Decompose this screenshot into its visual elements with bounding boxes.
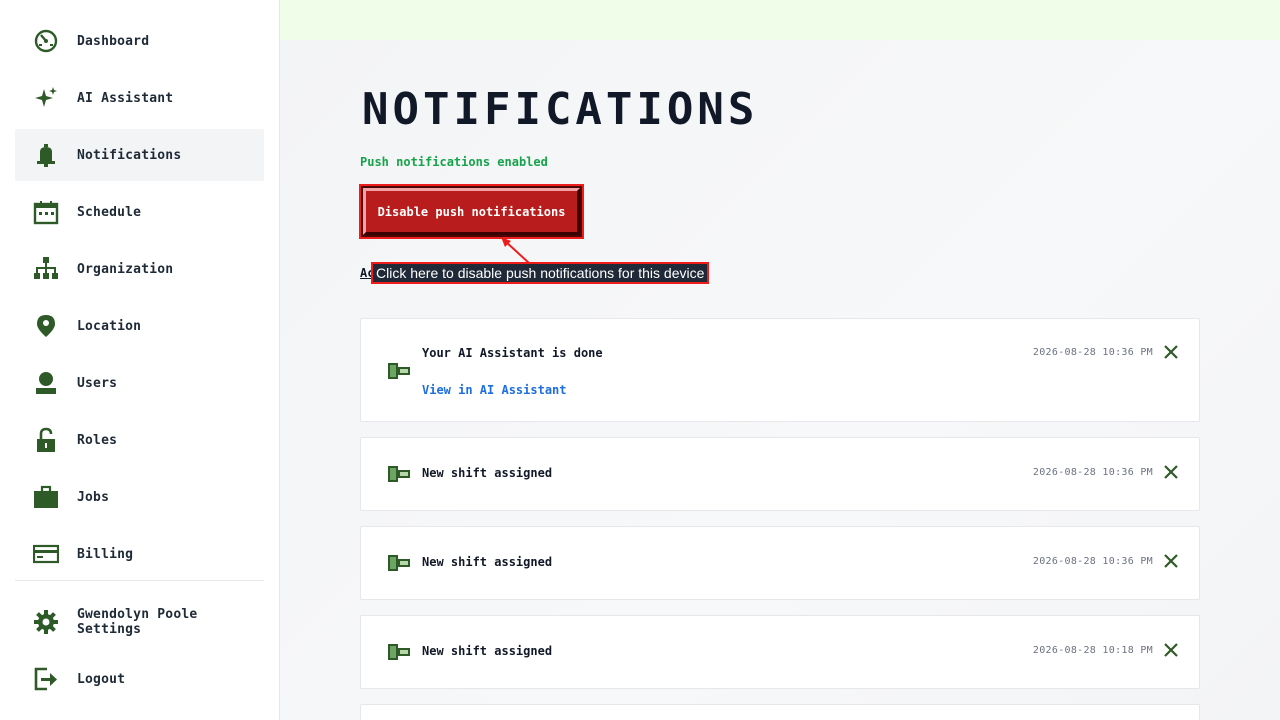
- sidebar-divider: [15, 580, 264, 581]
- disable-push-button[interactable]: Disable push notifications: [363, 188, 580, 235]
- sidebar-item-label: Users: [77, 375, 118, 391]
- gear-icon: [32, 608, 60, 636]
- sidebar-item-label: Notifications: [77, 147, 182, 163]
- notification-card: Your AI Assistant is done View in AI Ass…: [360, 318, 1200, 422]
- notification-card: New shift assigned 2026-08-28 10:36 PM: [360, 437, 1200, 511]
- tooltip-arrow-icon: [501, 237, 530, 264]
- notification-icon: [388, 466, 410, 482]
- org-chart-icon: [32, 255, 60, 283]
- page-title: NOTIFICATIONS: [362, 84, 759, 135]
- sidebar-item-schedule[interactable]: Schedule: [15, 186, 264, 238]
- user-icon: [32, 369, 60, 397]
- notification-icon: [388, 363, 410, 379]
- credit-card-icon: [32, 540, 60, 568]
- notification-icon: [388, 555, 410, 571]
- notification-timestamp: 2026-08-28 10:36 PM: [1032, 347, 1153, 358]
- close-icon[interactable]: [1163, 464, 1179, 480]
- notification-timestamp: 2026-08-28 10:36 PM: [1032, 556, 1153, 567]
- notification-icon: [388, 644, 410, 660]
- sidebar-item-billing[interactable]: Billing: [15, 528, 264, 580]
- close-icon[interactable]: [1163, 553, 1179, 569]
- top-banner: [280, 0, 1280, 40]
- sidebar-item-label: AI Assistant: [77, 90, 174, 106]
- notification-card: New shift assigned 2026-08-28 10:18 PM: [360, 615, 1200, 689]
- calendar-icon: [32, 198, 60, 226]
- dashboard-icon: [32, 27, 60, 55]
- sidebar-item-jobs[interactable]: Jobs: [15, 471, 264, 523]
- sidebar-item-label: Billing: [77, 546, 134, 562]
- sidebar-item-ai-assistant[interactable]: AI Assistant: [15, 72, 264, 124]
- close-icon[interactable]: [1163, 642, 1179, 658]
- notification-title: New shift assigned: [422, 466, 553, 480]
- notification-title: Your AI Assistant is done: [422, 346, 603, 360]
- sidebar-item-users[interactable]: Users: [15, 357, 264, 409]
- close-icon[interactable]: [1163, 344, 1179, 360]
- sidebar-item-label: Jobs: [77, 489, 110, 505]
- notification-timestamp: 2026-08-28 10:36 PM: [1032, 467, 1153, 478]
- sidebar-item-location[interactable]: Location: [15, 300, 264, 352]
- sidebar-item-organization[interactable]: Organization: [15, 243, 264, 295]
- disable-push-highlight: Disable push notifications: [359, 184, 584, 239]
- sidebar-item-label: Gwendolyn Poole Settings: [77, 607, 198, 637]
- sidebar: Dashboard AI Assistant Notifications Sch…: [0, 0, 280, 720]
- sidebar-item-settings[interactable]: Gwendolyn Poole Settings: [15, 596, 264, 648]
- sparkle-icon: [32, 84, 60, 112]
- bell-icon: [32, 141, 60, 169]
- briefcase-icon: [32, 483, 60, 511]
- sidebar-item-label: Roles: [77, 432, 118, 448]
- tooltip: Click here to disable push notifications…: [371, 262, 710, 284]
- sidebar-item-label: Logout: [77, 671, 126, 687]
- sidebar-item-dashboard[interactable]: Dashboard: [15, 15, 264, 67]
- sidebar-item-notifications[interactable]: Notifications: [15, 129, 264, 181]
- notification-title: New shift assigned: [422, 644, 553, 658]
- sidebar-item-label: Location: [77, 318, 142, 334]
- view-in-ai-assistant-link[interactable]: View in AI Assistant: [422, 383, 567, 397]
- lock-icon: [32, 426, 60, 454]
- sidebar-item-label: Organization: [77, 261, 174, 277]
- main-content: NOTIFICATIONS Push notifications enabled…: [280, 0, 1280, 720]
- notification-card: [360, 704, 1200, 720]
- sidebar-item-roles[interactable]: Roles: [15, 414, 264, 466]
- notification-title: New shift assigned: [422, 555, 553, 569]
- push-status-text: Push notifications enabled: [360, 155, 548, 169]
- sidebar-item-label: Schedule: [77, 204, 142, 220]
- location-pin-icon: [32, 312, 60, 340]
- sidebar-item-logout[interactable]: Logout: [15, 653, 264, 705]
- sidebar-item-label: Dashboard: [77, 33, 150, 49]
- logout-icon: [32, 665, 60, 693]
- notification-card: New shift assigned 2026-08-28 10:36 PM: [360, 526, 1200, 600]
- notification-timestamp: 2026-08-28 10:18 PM: [1032, 645, 1153, 656]
